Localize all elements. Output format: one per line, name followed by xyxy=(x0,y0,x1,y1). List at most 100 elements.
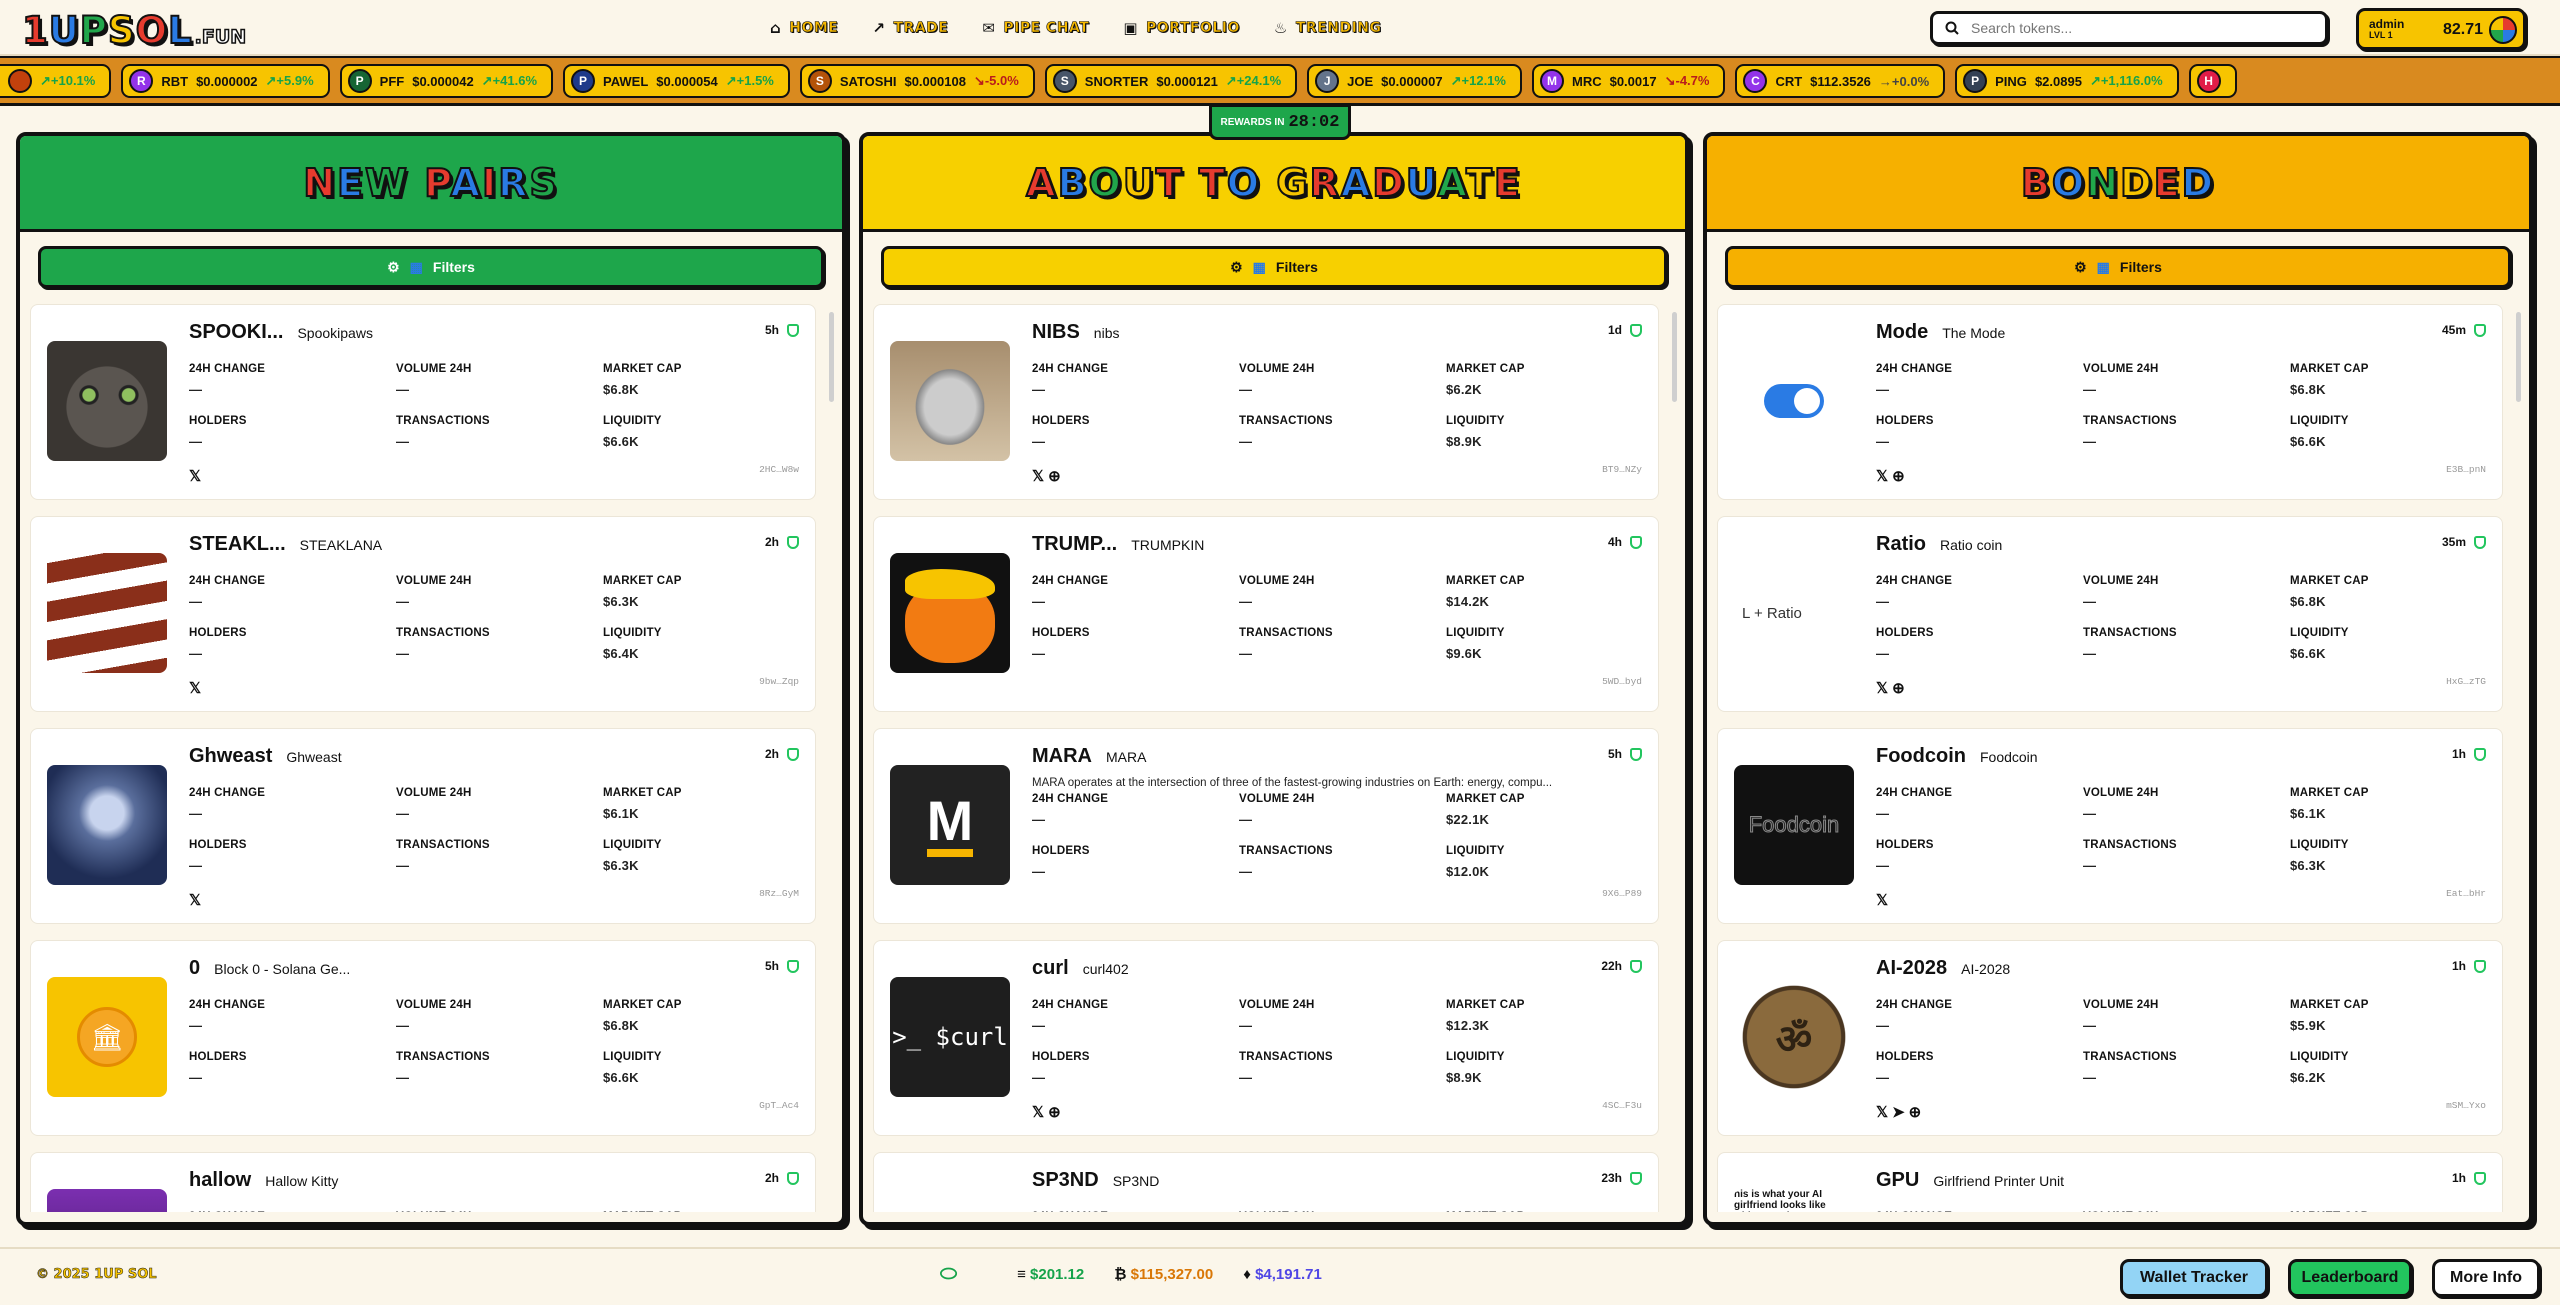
token-card[interactable]: Mode The Mode 45m 24H CHANGE — VOLUME 24H — MAR… xyxy=(1717,304,2503,500)
ticker-item[interactable]: R RBT $0.000002 ↗+5.9% xyxy=(121,64,330,98)
stat-value: — xyxy=(1876,1070,1890,1085)
globe-icon[interactable]: ⊕ xyxy=(1048,467,1061,485)
token-card[interactable]: M MARA MARA 5h MARA operates at the intersec… xyxy=(873,728,1659,924)
scrollbar[interactable] xyxy=(2516,312,2521,402)
ticker-item[interactable]: C CRT $112.3526 →+0.0% xyxy=(1735,64,1946,98)
nav-trade[interactable]: ↗ TRADE xyxy=(860,17,960,39)
stat-label: 24H CHANGE xyxy=(1876,999,1953,1011)
title-letter xyxy=(1184,161,1199,205)
token-name-row: Ratio Ratio coin xyxy=(1876,533,2002,556)
ticker-item[interactable]: ↗+10.1% xyxy=(0,64,112,98)
token-address[interactable]: 4SC…F3u xyxy=(1602,1100,1642,1111)
user-account-button[interactable]: admin LVL 1 82.71 xyxy=(2356,8,2526,50)
x-icon[interactable]: 𝕏 xyxy=(1876,467,1888,485)
logo[interactable]: 1UPSOL .FUN xyxy=(21,8,247,53)
user-name: admin xyxy=(2369,17,2405,31)
column-title: BONDED xyxy=(2020,160,2215,206)
token-card[interactable]: 🏛 0 Block 0 - Solana Ge... 5h 24H CHANGE — VOL… xyxy=(30,940,816,1136)
token-card[interactable]: SPOOKI... Spookipaws 5h 24H CHANGE — VOLUME 2… xyxy=(30,304,816,500)
filters-button[interactable]: ⚙ ▦ Filters xyxy=(38,246,824,288)
ticker-change: ↗+5.9% xyxy=(265,73,314,88)
globe-icon[interactable]: ⊕ xyxy=(1048,1103,1061,1121)
stat-value: $12.0K xyxy=(1446,864,1490,879)
token-address[interactable]: 8Rz…GyM xyxy=(759,888,799,899)
pill-icon[interactable]: ⬭ xyxy=(940,1263,957,1286)
filters-button[interactable]: ⚙ ▦ Filters xyxy=(1725,246,2511,288)
telegram-icon[interactable]: ➤ xyxy=(1892,1103,1905,1121)
stat-value: $9.6K xyxy=(1446,646,1482,661)
globe-icon[interactable]: ⊕ xyxy=(1892,679,1905,697)
globe-icon[interactable]: ⊕ xyxy=(1909,1103,1922,1121)
token-card[interactable]: Foodcoin Foodcoin Foodcoin 1h 24H CHANGE — VOL… xyxy=(1717,728,2503,924)
ticker-item[interactable]: P PFF $0.000042 ↗+41.6% xyxy=(339,64,554,98)
title-letter: A xyxy=(1025,160,1058,206)
token-name-row: STEAKL... STEAKLANA xyxy=(189,533,382,556)
nav-home[interactable]: ⌂ HOME xyxy=(758,17,850,39)
stat-value: — xyxy=(2083,594,2097,609)
token-address[interactable]: E3B…pnN xyxy=(2446,464,2486,475)
token-address[interactable]: HxG…zTG xyxy=(2446,676,2486,687)
x-icon[interactable]: 𝕏 xyxy=(189,679,201,697)
token-address[interactable]: mSM…Yxo xyxy=(2446,1100,2486,1111)
ticker-item[interactable]: S SNORTER $0.000121 ↗+24.1% xyxy=(1044,64,1298,98)
token-card[interactable]: hallow Hallow Kitty 2h 24H CHANGE— VOLUME 24… xyxy=(30,1152,816,1212)
token-card[interactable]: SP3ND SP3ND 23h 24H CHANGE— VOLUME 24H— MARKE… xyxy=(873,1152,1659,1212)
shield-icon xyxy=(2474,323,2486,337)
x-icon[interactable]: 𝕏 xyxy=(1876,1103,1888,1121)
token-card[interactable]: >_ $curl curl curl402 22h 24H CHANGE — VOLUME … xyxy=(873,940,1659,1136)
token-card[interactable]: TRUMP... TRUMPKIN 4h 24H CHANGE — VOLUME 24H —… xyxy=(873,516,1659,712)
ticker-item[interactable]: P PING $2.0895 ↗+1,116.0% xyxy=(1955,64,2179,98)
stat-tx: TRANSACTIONS — xyxy=(2083,415,2177,449)
ticker-item[interactable]: M MRC $0.0017 ↘-4.7% xyxy=(1531,64,1726,98)
ticker-price: $0.000108 xyxy=(904,73,966,89)
more-info-button[interactable]: More Info xyxy=(2432,1259,2540,1297)
ticker-item[interactable]: J JOE $0.000007 ↗+12.1% xyxy=(1307,64,1522,98)
token-address[interactable]: BT9…NZy xyxy=(1602,464,1642,475)
ticker-item[interactable]: S SATOSHI $0.000108 ↘-5.0% xyxy=(799,64,1035,98)
leaderboard-button[interactable]: Leaderboard xyxy=(2288,1259,2412,1297)
token-address[interactable]: 2HC…W8w xyxy=(759,464,799,475)
title-letter: P xyxy=(423,160,451,206)
x-icon[interactable]: 𝕏 xyxy=(189,467,201,485)
column-title: ABOUT TO GRADUATE xyxy=(1025,160,1522,206)
title-letter: U xyxy=(1122,160,1156,206)
x-icon[interactable]: 𝕏 xyxy=(1876,891,1888,909)
token-address[interactable]: GpT…Ac4 xyxy=(759,1100,799,1111)
token-symbol: MARA xyxy=(1032,745,1092,767)
token-card[interactable]: STEAKL... STEAKLANA 2h 24H CHANGE — VOLUME 24… xyxy=(30,516,816,712)
token-card[interactable]: his is what your AI girlfriend looks lik… xyxy=(1717,1152,2503,1212)
shield-icon xyxy=(2474,747,2486,761)
nav-portfolio[interactable]: ▣ PORTFOLIO xyxy=(1111,17,1252,39)
search-input[interactable] xyxy=(1971,20,2301,36)
token-card[interactable]: Ghweast Ghweast 2h 24H CHANGE — VOLUME 24H — MA… xyxy=(30,728,816,924)
search-box[interactable] xyxy=(1930,11,2328,45)
x-icon[interactable]: 𝕏 xyxy=(1032,467,1044,485)
scrollbar[interactable] xyxy=(1672,312,1677,402)
wallet-tracker-button[interactable]: Wallet Tracker xyxy=(2120,1259,2268,1297)
stat-liq: LIQUIDITY $6.6K xyxy=(603,1051,662,1085)
ticker-item[interactable]: H xyxy=(2188,64,2237,98)
token-address[interactable]: Eat…bHr xyxy=(2446,888,2486,899)
token-card[interactable]: L + Ratio Ratio Ratio coin 35m 24H CHANGE — VO… xyxy=(1717,516,2503,712)
mara-logo: M xyxy=(926,793,974,857)
nav-trending[interactable]: ♨ TRENDING xyxy=(1262,17,1394,39)
ticker-item[interactable]: P PAWEL $0.000054 ↗+1.5% xyxy=(563,64,790,98)
token-address[interactable]: 5WD…byd xyxy=(1602,676,1642,687)
stat-label: HOLDERS xyxy=(1032,415,1090,427)
token-card[interactable]: NIBS nibs 1d 24H CHANGE — VOLUME 24H — MARKET C… xyxy=(873,304,1659,500)
nav-pipe-chat[interactable]: ✉ PIPE CHAT xyxy=(970,17,1101,39)
stat-change: 24H CHANGE — xyxy=(1876,575,1952,609)
token-address[interactable]: 9bw…Zqp xyxy=(759,676,799,687)
x-icon[interactable]: 𝕏 xyxy=(189,891,201,909)
scrollbar[interactable] xyxy=(829,312,834,402)
token-address[interactable]: 9X6…P89 xyxy=(1602,888,1642,899)
filters-button[interactable]: ⚙ ▦ Filters xyxy=(881,246,1667,288)
stat-label: 24H CHANGE xyxy=(189,363,266,375)
token-name-row: Mode The Mode xyxy=(1876,321,2005,344)
x-icon[interactable]: 𝕏 xyxy=(1876,679,1888,697)
token-card[interactable]: ॐ AI-2028 AI-2028 1h 24H CHANGE — VOLUME 24H — M… xyxy=(1717,940,2503,1136)
globe-icon[interactable]: ⊕ xyxy=(1892,467,1905,485)
token-symbol: AI-2028 xyxy=(1876,957,1948,979)
stat-label: MARKET CAP xyxy=(1446,575,1525,587)
x-icon[interactable]: 𝕏 xyxy=(1032,1103,1044,1121)
